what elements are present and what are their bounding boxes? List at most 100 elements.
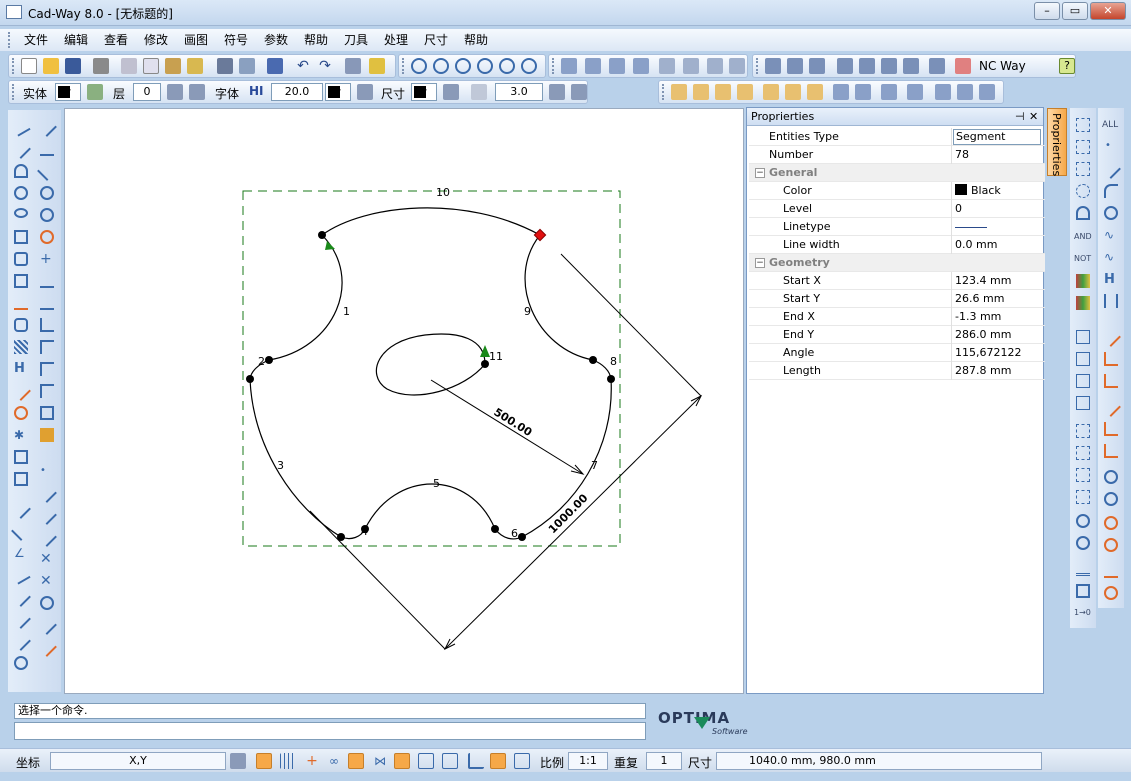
- polygon-icon[interactable]: [14, 252, 28, 266]
- app-icon[interactable]: [6, 5, 22, 19]
- transform-6-icon[interactable]: [1076, 446, 1090, 460]
- transform-8-icon[interactable]: [1076, 490, 1090, 504]
- diagonal-icon[interactable]: [37, 161, 57, 181]
- snap-intersection-icon[interactable]: ✕: [40, 552, 54, 566]
- select-line-icon[interactable]: [1101, 159, 1121, 179]
- edit-tool-3-icon[interactable]: [609, 58, 625, 74]
- dim-style-icon[interactable]: [471, 84, 487, 100]
- lead-out-icon[interactable]: [1104, 492, 1118, 506]
- snap-mode-icon[interactable]: [348, 753, 364, 769]
- eraser-icon[interactable]: [40, 428, 54, 442]
- measure-icon[interactable]: [11, 381, 31, 401]
- numbering-icon[interactable]: 1→0: [1074, 608, 1091, 622]
- zoom-in-icon[interactable]: [455, 58, 471, 74]
- repeat-field[interactable]: 1: [646, 752, 682, 770]
- view-tool-1-icon[interactable]: [671, 84, 687, 100]
- segment-10[interactable]: [321, 207, 541, 236]
- trim-icon[interactable]: [40, 362, 54, 376]
- property-value[interactable]: 0.0 mm: [955, 236, 997, 254]
- select-text-icon[interactable]: H: [1104, 272, 1118, 287]
- cut-tool-1-icon[interactable]: [1101, 327, 1121, 347]
- select-dim-icon[interactable]: [1104, 294, 1118, 308]
- node[interactable]: [491, 525, 499, 533]
- segment-9[interactable]: [524, 234, 594, 361]
- property-row[interactable]: Number 78: [749, 146, 1045, 164]
- transform-4-icon[interactable]: [1076, 396, 1090, 410]
- cad-tool-5-icon[interactable]: [859, 58, 875, 74]
- color-filter-icon[interactable]: [1076, 296, 1090, 310]
- shape-icon[interactable]: [14, 318, 28, 332]
- snap-origin-icon[interactable]: [14, 656, 28, 670]
- zoom-window-icon[interactable]: [411, 58, 427, 74]
- perpendicular-icon[interactable]: [40, 318, 54, 332]
- menu-symbol[interactable]: 符号: [222, 32, 250, 48]
- edit-tool-8-icon[interactable]: [729, 58, 745, 74]
- property-row[interactable]: Start Y 26.6 mm: [749, 290, 1045, 308]
- edit-tool-7-icon[interactable]: [707, 58, 723, 74]
- property-row[interactable]: Linetype: [749, 218, 1045, 236]
- axis-icon[interactable]: [468, 753, 484, 769]
- circle-3p-icon[interactable]: [40, 230, 54, 244]
- grid-icon[interactable]: [267, 58, 283, 74]
- property-value[interactable]: 286.0 mm: [955, 326, 1011, 344]
- property-value[interactable]: Black: [955, 182, 1001, 200]
- minimize-button[interactable]: –: [1034, 2, 1060, 20]
- polar-toggle-icon[interactable]: ∞: [326, 753, 342, 769]
- select-crossing-icon[interactable]: [1076, 140, 1090, 154]
- window-icon[interactable]: [14, 472, 28, 486]
- horizontal-line-icon[interactable]: [40, 142, 54, 156]
- select-arc-icon[interactable]: [1076, 206, 1090, 220]
- cut-tool-3-icon[interactable]: [1104, 374, 1118, 388]
- snap-angle-icon[interactable]: ∠: [14, 546, 28, 560]
- segment-3[interactable]: [249, 378, 342, 538]
- edit-tool-2-icon[interactable]: [585, 58, 601, 74]
- property-row[interactable]: Start X 123.4 mm: [749, 272, 1045, 290]
- start-marker[interactable]: [533, 228, 547, 242]
- segment-11[interactable]: [375, 333, 486, 396]
- select-circle-2-icon[interactable]: [1104, 206, 1118, 220]
- copy-icon[interactable]: [143, 58, 159, 74]
- properties-tab[interactable]: Proprierties: [1047, 108, 1067, 176]
- array-icon[interactable]: [1076, 562, 1090, 576]
- menu-modify[interactable]: 修改: [142, 32, 170, 48]
- property-value[interactable]: [955, 218, 987, 236]
- dim-tool-icon[interactable]: [443, 84, 459, 100]
- arc-icon[interactable]: [14, 164, 28, 178]
- view-tool-11-icon[interactable]: [907, 84, 923, 100]
- cut-tool-6-icon[interactable]: [1104, 444, 1118, 458]
- font-size-field[interactable]: 20.0: [271, 83, 323, 101]
- snap-quad-icon[interactable]: [11, 587, 31, 607]
- cut-tool-4-icon[interactable]: [1101, 397, 1121, 417]
- dim-color-select[interactable]: ▾: [411, 83, 437, 101]
- layers-filter-icon[interactable]: [1076, 274, 1090, 288]
- help-icon[interactable]: ?: [1059, 58, 1075, 74]
- property-value[interactable]: 0: [955, 200, 962, 218]
- edit-tool-5-icon[interactable]: [659, 58, 675, 74]
- select-icon[interactable]: [345, 58, 361, 74]
- cut-tool-2-icon[interactable]: [1104, 352, 1118, 366]
- menu-parameters[interactable]: 参数: [262, 32, 290, 48]
- grid-view-icon[interactable]: [418, 753, 434, 769]
- brush-icon[interactable]: [239, 58, 255, 74]
- zoom-previous-icon[interactable]: [499, 58, 515, 74]
- snap-point-icon[interactable]: [11, 631, 31, 651]
- new-icon[interactable]: [21, 58, 37, 74]
- redo-icon[interactable]: ↷: [317, 58, 333, 74]
- text-icon[interactable]: H: [14, 362, 28, 376]
- offset-both-icon[interactable]: [1076, 536, 1090, 550]
- edit-tool-1-icon[interactable]: [561, 58, 577, 74]
- open-icon[interactable]: [43, 58, 59, 74]
- and-icon[interactable]: AND: [1074, 232, 1092, 246]
- property-value[interactable]: 287.8 mm: [955, 362, 1011, 380]
- snap-end-icon[interactable]: [11, 499, 31, 519]
- select-fence-icon[interactable]: [1076, 162, 1090, 176]
- block-icon[interactable]: [14, 450, 28, 464]
- lock-icon[interactable]: [514, 753, 530, 769]
- close-panel-icon[interactable]: ✕: [1029, 108, 1038, 126]
- point-icon[interactable]: +: [40, 252, 54, 266]
- property-value[interactable]: 78: [955, 146, 969, 164]
- coord-mode-field[interactable]: X,Y: [50, 752, 226, 770]
- dim-value-field[interactable]: 3.0: [495, 83, 543, 101]
- select-arc-2-icon[interactable]: [1104, 184, 1118, 198]
- segment-icon[interactable]: [11, 139, 31, 159]
